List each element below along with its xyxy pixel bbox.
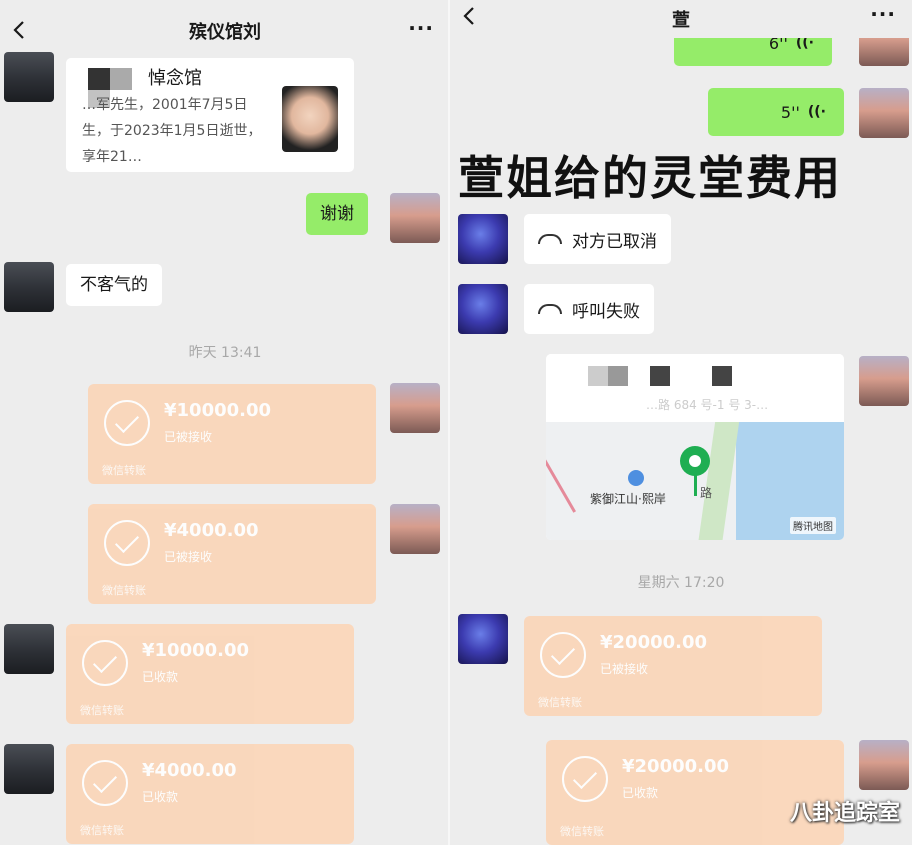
- check-icon: [540, 632, 586, 678]
- chat-title: 萱: [672, 10, 690, 31]
- transfer-card[interactable]: ¥20000.00 已收款 微信转账: [546, 740, 844, 845]
- transfer-amount: ¥4000.00: [164, 520, 259, 541]
- transfer-footer: 微信转账: [102, 464, 146, 477]
- check-icon: [82, 640, 128, 686]
- transfer-footer: 微信转账: [538, 696, 582, 709]
- message-bubble[interactable]: 谢谢: [306, 193, 368, 236]
- transfer-footer: 微信转账: [80, 824, 124, 837]
- transfer-status: 已被接收: [164, 430, 213, 444]
- contact-avatar[interactable]: [458, 284, 508, 334]
- transfer-card[interactable]: ¥4000.00 已被接收 微信转账: [88, 504, 376, 604]
- message-bubble[interactable]: 不客气的: [66, 264, 162, 307]
- map-source-label: 腾讯地图: [790, 517, 836, 534]
- memorial-card[interactable]: 悼念馆 …军先生，2001年7月5日生，于2023年1月5日逝世，享年21…: [66, 58, 354, 172]
- pixelated-block: [588, 366, 608, 386]
- user-avatar[interactable]: [390, 193, 440, 243]
- transfer-status: 已收款: [622, 786, 659, 800]
- transfer-footer: 微信转账: [80, 704, 124, 717]
- location-pin-icon: [680, 446, 710, 476]
- location-address: …路 684 号-1 号 3-…: [646, 398, 769, 412]
- location-pin-stem: [694, 474, 697, 496]
- pixelated-block: [608, 366, 628, 386]
- map-preview[interactable]: 紫御江山·熙岸 路 腾讯地图: [546, 422, 844, 540]
- call-record[interactable]: 呼叫失败: [524, 284, 654, 334]
- left-chat-panel: 殡仪馆刘 ··· 悼念馆 …军先生，2001年7月5日生，于2023年1月5日逝…: [0, 0, 450, 845]
- user-avatar[interactable]: [859, 356, 909, 406]
- contact-avatar[interactable]: [458, 614, 508, 664]
- memorial-description: …军先生，2001年7月5日生，于2023年1月5日逝世，享年21…: [82, 97, 262, 165]
- check-icon: [104, 400, 150, 446]
- phone-hangup-icon: [538, 304, 562, 314]
- transfer-amount: ¥20000.00: [622, 756, 730, 777]
- contact-avatar[interactable]: [4, 624, 54, 674]
- call-record[interactable]: 对方已取消: [524, 214, 671, 264]
- portrait-photo: [282, 86, 338, 152]
- contact-avatar[interactable]: [4, 52, 54, 102]
- transfer-card[interactable]: ¥4000.00 已收款 微信转账: [66, 744, 354, 844]
- watermark: 八卦追踪室: [789, 801, 900, 826]
- contact-avatar[interactable]: [4, 744, 54, 794]
- map-park: [696, 422, 740, 540]
- poi-icon: [628, 470, 644, 486]
- transfer-status: 已被接收: [600, 662, 649, 676]
- memorial-title: 悼念馆: [148, 68, 202, 89]
- transfer-amount: ¥10000.00: [164, 400, 272, 421]
- transfer-amount: ¥10000.00: [142, 640, 250, 661]
- location-card[interactable]: …路 684 号-1 号 3-… 紫御江山·熙岸 路 腾讯地图: [546, 354, 844, 540]
- chat-title: 殡仪馆刘: [189, 22, 261, 43]
- transfer-status: 已被接收: [164, 550, 213, 564]
- transfer-card[interactable]: ¥10000.00 已收款 微信转账: [66, 624, 354, 724]
- voice-message[interactable]: 5'' ((·: [708, 88, 844, 136]
- transfer-card[interactable]: ¥10000.00 已被接收 微信转账: [88, 384, 376, 484]
- transfer-card[interactable]: ¥20000.00 已被接收 微信转账: [524, 616, 822, 716]
- user-avatar[interactable]: [390, 383, 440, 433]
- left-chat-header: 殡仪馆刘 ···: [0, 0, 450, 56]
- right-chat-header: 萱 ···: [450, 0, 912, 38]
- call-status: 呼叫失败: [572, 301, 640, 322]
- more-icon[interactable]: ···: [870, 2, 896, 26]
- timestamp: 昨天 13:41: [188, 345, 262, 361]
- call-status: 对方已取消: [572, 231, 657, 252]
- user-avatar[interactable]: [859, 88, 909, 138]
- voice-duration: 5'': [780, 102, 800, 122]
- contact-avatar[interactable]: [4, 262, 54, 312]
- transfer-amount: ¥20000.00: [600, 632, 708, 653]
- transfer-amount: ¥4000.00: [142, 760, 237, 781]
- transfer-status: 已收款: [142, 670, 179, 684]
- map-poi-label: 紫御江山·熙岸: [590, 492, 666, 506]
- map-road-label: 路: [700, 486, 713, 500]
- phone-hangup-icon: [538, 234, 562, 244]
- check-icon: [82, 760, 128, 806]
- user-avatar[interactable]: [859, 740, 909, 790]
- pixelated-block: [650, 366, 670, 386]
- pixelated-block: [110, 68, 132, 90]
- pixelated-block: [712, 366, 732, 386]
- check-icon: [104, 520, 150, 566]
- timestamp: 星期六 17:20: [637, 575, 725, 591]
- contact-avatar[interactable]: [458, 214, 508, 264]
- pixelated-block: [88, 68, 110, 90]
- more-icon[interactable]: ···: [408, 16, 434, 40]
- overlay-caption: 萱姐给的灵堂费用: [458, 151, 842, 205]
- transfer-footer: 微信转账: [560, 825, 604, 838]
- transfer-status: 已收款: [142, 790, 179, 804]
- map-road: [546, 442, 576, 513]
- transfer-footer: 微信转账: [102, 584, 146, 597]
- location-header: …路 684 号-1 号 3-…: [546, 354, 844, 422]
- user-avatar[interactable]: [390, 504, 440, 554]
- voice-wave-icon: ((·: [807, 104, 826, 120]
- check-icon: [562, 756, 608, 802]
